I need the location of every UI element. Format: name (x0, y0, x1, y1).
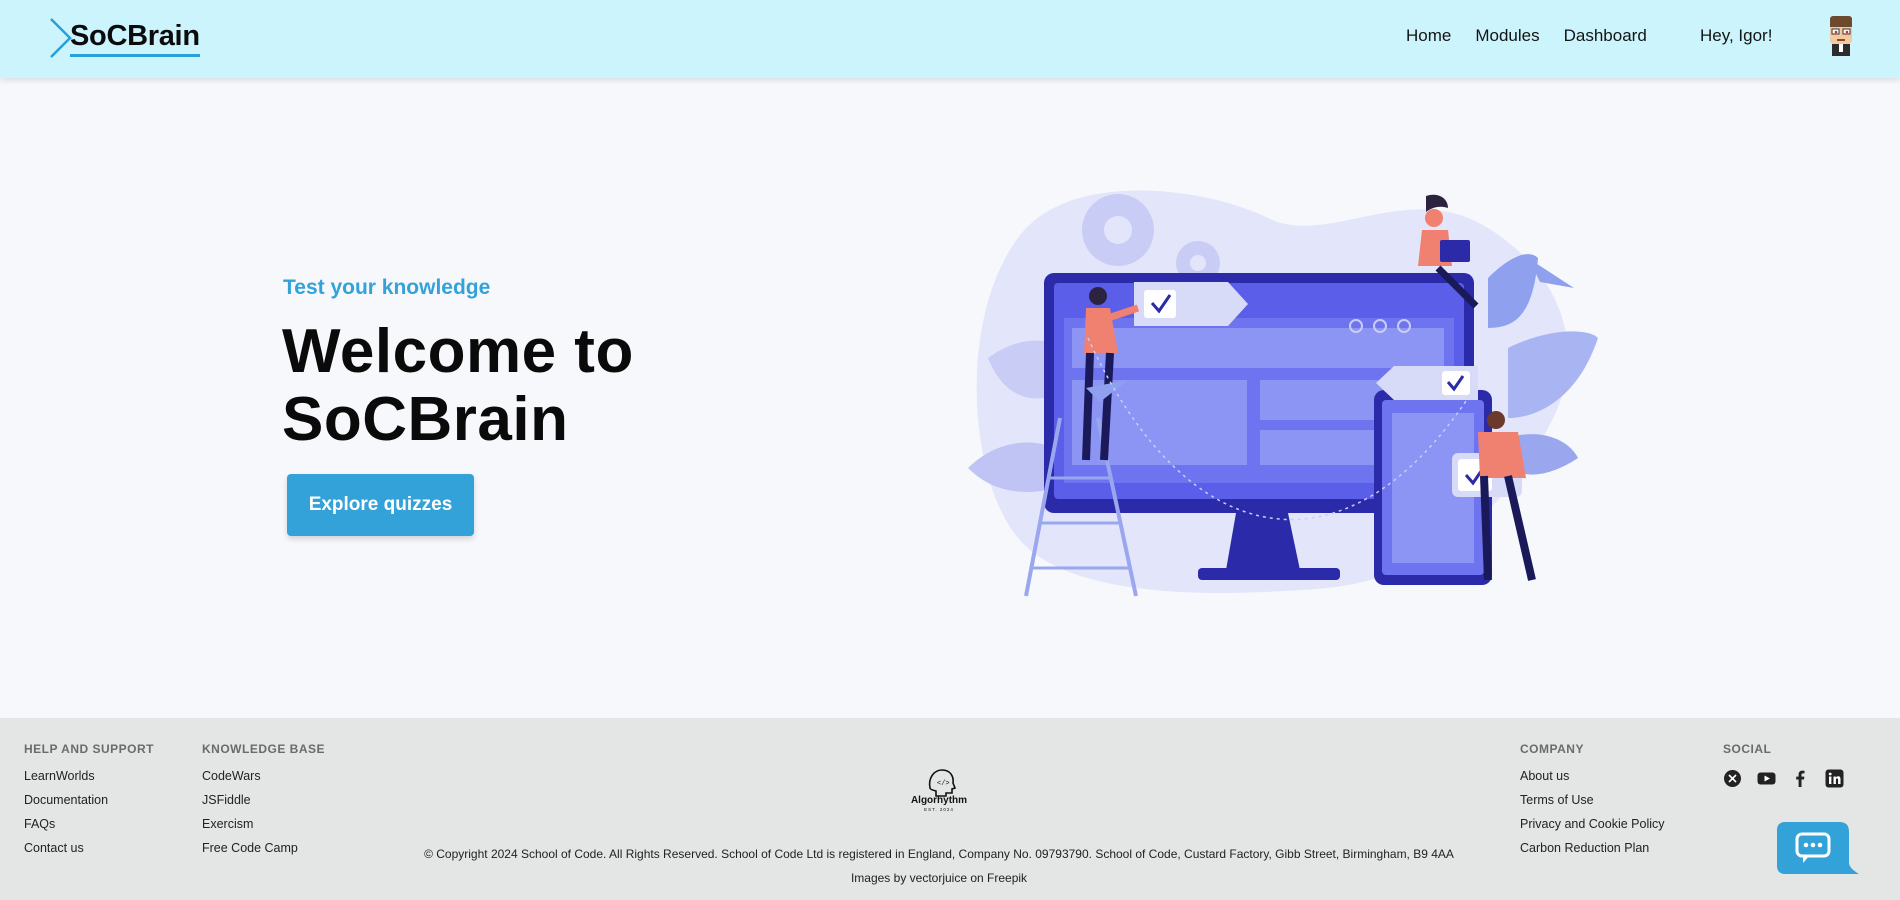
footer-link-documentation[interactable]: Documentation (24, 793, 154, 817)
brand-logo[interactable]: SoCBrain (48, 16, 200, 60)
algorhythm-name: Algorhythm (910, 795, 968, 806)
footer-link-about-us[interactable]: About us (1520, 769, 1665, 793)
chat-button[interactable] (1777, 822, 1859, 878)
top-navbar: SoCBrain Home Modules Dashboard Hey, Igo… (0, 0, 1900, 78)
footer-link-faqs[interactable]: FAQs (24, 817, 154, 841)
social-icons (1723, 769, 1844, 788)
image-credits: Images by vectorjuice on Freepik (850, 871, 1028, 885)
nav-home[interactable]: Home (1406, 26, 1451, 46)
footer-link-codewars[interactable]: CodeWars (202, 769, 325, 793)
linkedin-icon[interactable] (1825, 769, 1844, 788)
x-icon[interactable] (1723, 769, 1742, 788)
avatar[interactable] (1822, 16, 1860, 58)
explore-quizzes-button[interactable]: Explore quizzes (287, 474, 474, 536)
footer-help-heading: HELP AND SUPPORT (24, 742, 155, 756)
main-nav: Home Modules Dashboard (1406, 26, 1647, 46)
developers-illustration (968, 190, 1598, 597)
footer-link-jsfiddle[interactable]: JSFiddle (202, 793, 325, 817)
hero-subtitle: Test your knowledge (283, 276, 491, 299)
hero-title: Welcome to SoCBrain (282, 317, 634, 454)
footer-knowledge-heading: KNOWLEDGE BASE (202, 742, 326, 756)
footer-link-privacy[interactable]: Privacy and Cookie Policy (1520, 817, 1665, 841)
footer-link-learnworlds[interactable]: LearnWorlds (24, 769, 154, 793)
brand-name: SoCBrain (70, 20, 200, 57)
footer-social-column: SOCIAL (1723, 742, 1844, 788)
nav-dashboard[interactable]: Dashboard (1564, 26, 1647, 46)
facebook-icon[interactable] (1791, 769, 1810, 788)
nav-modules[interactable]: Modules (1475, 26, 1539, 46)
footer-company-heading: COMPANY (1520, 742, 1584, 756)
svg-text:</>: </> (937, 780, 950, 788)
algorhythm-tagline: EST. 2024 (924, 807, 954, 812)
footer-link-exercism[interactable]: Exercism (202, 817, 325, 841)
youtube-icon[interactable] (1757, 769, 1776, 788)
footer-link-terms[interactable]: Terms of Use (1520, 793, 1665, 817)
user-greeting: Hey, Igor! (1700, 26, 1773, 45)
footer-social-heading: SOCIAL (1723, 742, 1772, 756)
copyright-text: © Copyright 2024 School of Code. All Rig… (424, 847, 1454, 861)
